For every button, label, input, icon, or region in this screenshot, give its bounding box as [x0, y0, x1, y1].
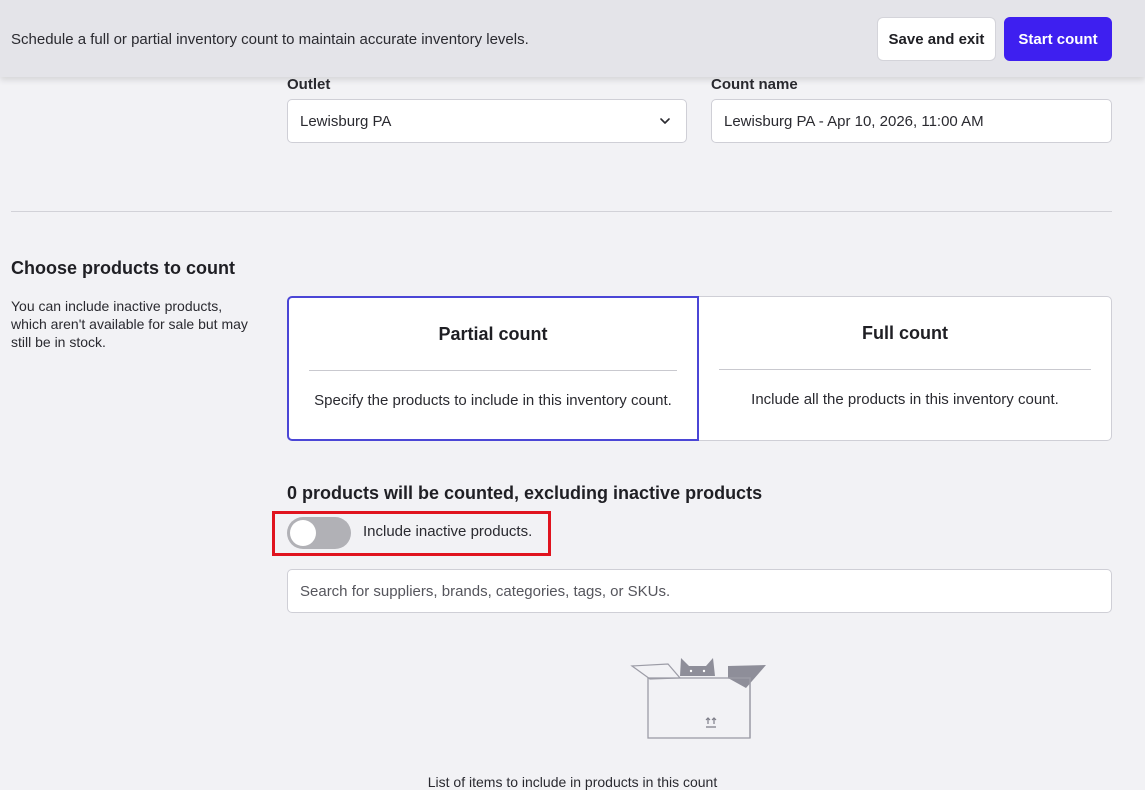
- outlet-select[interactable]: Lewisburg PA: [287, 99, 687, 143]
- outlet-label: Outlet: [287, 76, 331, 93]
- option-title: Full count: [862, 323, 948, 343]
- option-title: Partial count: [438, 324, 548, 344]
- count-name-label: Count name: [711, 76, 798, 93]
- empty-box-cat-icon: [630, 658, 766, 739]
- include-inactive-toggle[interactable]: [287, 517, 351, 549]
- section-description: You can include inactive products, which…: [11, 298, 248, 350]
- top-bar: Schedule a full or partial inventory cou…: [0, 0, 1145, 77]
- outlet-value: Lewisburg PA: [300, 112, 392, 130]
- partial-count-option[interactable]: Partial count Specify the products to in…: [287, 296, 699, 441]
- include-inactive-label: Include inactive products.: [363, 523, 533, 540]
- section-title: Choose products to count: [11, 258, 235, 278]
- option-divider: [719, 369, 1091, 370]
- start-count-button[interactable]: Start count: [1004, 17, 1112, 61]
- toggle-knob: [290, 520, 316, 546]
- full-count-option[interactable]: Full count Include all the products in t…: [698, 296, 1112, 441]
- count-name-value: Lewisburg PA - Apr 10, 2026, 11:00 AM: [724, 112, 984, 130]
- option-description: Specify the products to include in this …: [314, 392, 672, 409]
- chevron-down-icon: [660, 118, 670, 124]
- option-description: Include all the products in this invento…: [751, 391, 1059, 408]
- option-divider: [309, 370, 677, 371]
- empty-state-text: List of items to include in products in …: [427, 774, 718, 790]
- product-search-input[interactable]: [287, 569, 1112, 613]
- count-name-input[interactable]: Lewisburg PA - Apr 10, 2026, 11:00 AM: [711, 99, 1112, 143]
- page-subtitle: Schedule a full or partial inventory cou…: [11, 31, 529, 48]
- section-divider: [11, 211, 1112, 212]
- save-and-exit-button[interactable]: Save and exit: [877, 17, 996, 61]
- count-summary: 0 products will be counted, excluding in…: [287, 483, 763, 503]
